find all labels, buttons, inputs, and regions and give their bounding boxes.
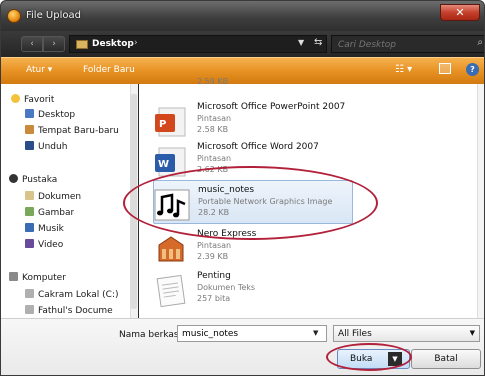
word-icon: W (155, 147, 186, 177)
nav-item-local-disk[interactable]: Cakram Lokal (C:) (25, 289, 130, 303)
nero-icon (158, 236, 184, 262)
drive-icon (25, 305, 34, 314)
list-item[interactable]: 2.59 KB (153, 50, 463, 94)
nav-label: Tempat Baru-baru (38, 126, 119, 136)
documents-icon (25, 191, 34, 200)
nav-label: Musik (38, 224, 64, 234)
list-item[interactable]: Nero Express Pintasan 2.39 KB (153, 225, 463, 269)
new-folder-button[interactable]: Folder Baru (83, 65, 135, 75)
nav-item-computer[interactable]: Komputer (9, 272, 66, 286)
music-notes-icon (154, 189, 190, 221)
nav-label: Desktop (38, 110, 76, 120)
nav-item-music[interactable]: Musik (25, 223, 64, 237)
cancel-button[interactable]: Batal (411, 349, 481, 369)
powerpoint-icon: P (155, 107, 186, 137)
file-upload-dialog: File Upload ✕ ‹ › Desktop › ▼ ⇆ ⌕ Atur ▾… (0, 0, 485, 376)
nav-item-downloads[interactable]: Unduh (25, 141, 67, 155)
nav-label: Dokumen (38, 192, 82, 202)
file-name: Penting (197, 271, 231, 281)
file-list-scrollbar[interactable] (477, 84, 484, 318)
nav-scrollbar-thumb[interactable] (131, 94, 137, 309)
nav-label: Pustaka (22, 175, 58, 185)
file-name: music_notes (198, 185, 255, 195)
file-type-select[interactable]: All Files ▼ (333, 325, 480, 342)
nav-label: Favorit (24, 95, 55, 105)
file-list: 2.59 KB P Microsoft Office PowerPoint 20… (139, 77, 484, 318)
dialog-footer: Nama berkas: ▼ All Files ▼ Buka ▼ Batal (1, 318, 484, 375)
library-icon (9, 174, 18, 183)
refresh-icon[interactable]: ⇆ (314, 37, 322, 48)
chevron-down-icon[interactable]: ▼ (298, 38, 304, 47)
star-icon (11, 94, 20, 103)
computer-icon (9, 272, 18, 281)
nav-label: Unduh (38, 142, 68, 152)
file-type: Pintasan (197, 154, 232, 163)
organize-button[interactable]: Atur ▾ (26, 65, 52, 75)
open-button[interactable]: Buka ▼ (337, 349, 410, 369)
file-size: 2.62 KB (197, 165, 229, 174)
file-size: 2.39 KB (197, 252, 229, 261)
list-item[interactable]: P Microsoft Office PowerPoint 2007 Pinta… (153, 98, 463, 142)
file-name: Microsoft Office Word 2007 (197, 142, 319, 152)
video-icon (25, 239, 34, 248)
file-type: Pintasan (197, 241, 232, 250)
pictures-icon (25, 207, 34, 216)
file-size: 2.59 KB (197, 77, 229, 86)
file-type: Portable Network Graphics Image (198, 197, 333, 206)
nav-item-documents[interactable]: Dokumen (25, 191, 81, 205)
help-icon[interactable]: ? (466, 63, 479, 76)
navigation-pane: Favorit Desktop Tempat Baru-baru Unduh P… (1, 84, 138, 318)
nav-label: Fathul's Docume (38, 306, 113, 316)
music-icon (25, 223, 34, 232)
nav-item-recent[interactable]: Tempat Baru-baru (25, 125, 130, 139)
title-bar[interactable]: File Upload ✕ (1, 1, 484, 31)
file-size: 28.2 KB (198, 208, 230, 217)
search-icon[interactable]: ⌕ (477, 37, 483, 48)
nav-item-pictures[interactable]: Gambar (25, 207, 74, 221)
window-title: File Upload (26, 10, 81, 21)
svg-text:P: P (159, 119, 166, 130)
nav-item-desktop[interactable]: Desktop (25, 109, 75, 123)
nav-label: Cakram Lokal (C:) (38, 290, 119, 300)
forward-button[interactable]: › (43, 36, 65, 52)
close-button[interactable]: ✕ (440, 4, 480, 21)
nav-item-video[interactable]: Video (25, 239, 63, 253)
file-type: Pintasan (197, 114, 232, 123)
list-item-selected[interactable]: music_notes Portable Network Graphics Im… (153, 180, 353, 224)
chevron-down-icon[interactable]: ▼ (313, 329, 318, 337)
nav-label: Gambar (38, 208, 75, 218)
desktop-icon (25, 109, 34, 118)
chevron-down-icon: ▼ (469, 329, 475, 337)
app-icon (7, 9, 21, 23)
nav-label: Video (38, 240, 64, 250)
nav-item-favorites[interactable]: Favorit (11, 94, 54, 108)
open-button-label: Buka (350, 354, 373, 364)
nav-label: Komputer (22, 273, 66, 283)
filename-label: Nama berkas: (119, 330, 182, 340)
list-item[interactable]: W Microsoft Office Word 2007 Pintasan 2.… (153, 138, 463, 182)
list-item[interactable]: Penting Dokumen Teks 257 bita (153, 267, 463, 311)
folder-icon (76, 40, 88, 49)
file-name: Nero Express (197, 229, 257, 239)
open-split-dropdown-icon[interactable]: ▼ (388, 352, 402, 366)
file-type: Dokumen Teks (197, 283, 256, 292)
file-name: Microsoft Office PowerPoint 2007 (197, 102, 346, 112)
drive-icon (25, 289, 34, 298)
file-size: 2.58 KB (197, 125, 229, 134)
chevron-right-icon[interactable]: › (134, 38, 138, 48)
svg-text:W: W (158, 159, 169, 170)
back-button[interactable]: ‹ (21, 36, 43, 52)
download-icon (25, 141, 34, 150)
filename-input[interactable] (177, 325, 327, 342)
nav-item-libraries[interactable]: Pustaka (9, 174, 57, 188)
text-document-icon (156, 274, 186, 308)
file-size: 257 bita (197, 294, 231, 303)
recent-places-icon (25, 125, 34, 134)
breadcrumb-desktop[interactable]: Desktop (92, 39, 134, 49)
nav-item-fathul-documents[interactable]: Fathul's Docume (25, 305, 130, 319)
file-type-value: All Files (338, 329, 372, 339)
